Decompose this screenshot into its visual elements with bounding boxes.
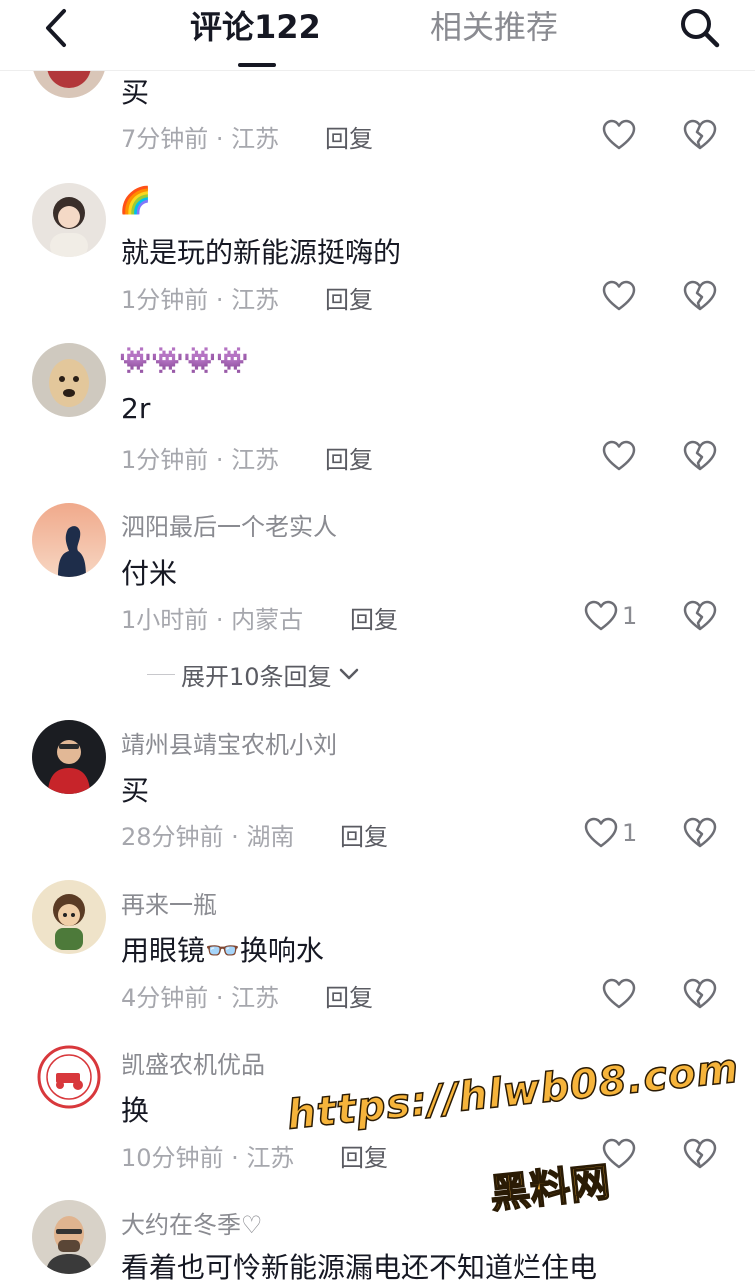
meta-separator: · (208, 446, 232, 474)
dislike-button[interactable] (682, 1136, 718, 1172)
comment-meta: 1小时前 · 内蒙古 (121, 600, 303, 635)
meta-separator: · (208, 125, 232, 153)
reply-button[interactable]: 回复 (325, 280, 373, 315)
meta-separator: · (223, 823, 247, 851)
like-button[interactable]: 1 (584, 596, 637, 636)
comment-content: 看着也可怜新能源漏电还不知道烂住电 (121, 1251, 598, 1284)
like-count: 1 (622, 819, 638, 847)
reply-button[interactable]: 回复 (325, 440, 373, 475)
meta-separator: · (208, 984, 232, 1012)
comment-username[interactable]: 靖州县靖宝农机小刘 (121, 725, 337, 760)
heart-outline-icon (602, 119, 636, 150)
avatar[interactable] (32, 720, 106, 794)
comment-time: 1分钟前 (121, 286, 209, 314)
comment-time: 28分钟前 (121, 823, 224, 851)
comment-content: 用眼镜👓换响水 (121, 934, 324, 967)
broken-heart-icon (683, 280, 717, 311)
reply-button[interactable]: 回复 (350, 600, 398, 635)
meta-separator: · (223, 1144, 247, 1172)
comment-meta: 1分钟前 · 江苏 (121, 440, 279, 475)
heart-outline-icon (602, 440, 636, 471)
comment-username[interactable]: 🌈 (119, 186, 151, 216)
chevron-down-icon (339, 668, 358, 680)
comment-location: 江苏 (246, 1144, 295, 1172)
active-tab-indicator (238, 63, 276, 67)
comment-meta: 7分钟前 · 江苏 (121, 119, 279, 154)
broken-heart-icon (683, 1138, 717, 1169)
comment-meta: 28分钟前 · 湖南 (121, 817, 294, 852)
meta-separator: · (208, 606, 232, 634)
like-button[interactable]: 1 (584, 813, 637, 853)
reply-button[interactable]: 回复 (340, 817, 388, 852)
expand-replies-button[interactable]: 展开10条回复 (147, 656, 360, 692)
avatar[interactable] (32, 880, 106, 954)
dislike-button[interactable] (682, 278, 718, 314)
comment-meta: 10分钟前 · 江苏 (121, 1138, 294, 1173)
broken-heart-icon (683, 119, 717, 150)
comment-content: 2r (121, 392, 151, 425)
comment-location: 湖南 (246, 823, 295, 851)
avatar[interactable] (32, 1200, 106, 1274)
comment-location: 江苏 (231, 125, 280, 153)
like-button[interactable] (602, 276, 636, 316)
broken-heart-icon (683, 817, 717, 848)
broken-heart-icon (683, 978, 717, 1009)
tab-comments[interactable]: 评论122 (190, 5, 321, 49)
reply-button[interactable]: 回复 (325, 978, 373, 1013)
comment-time: 4分钟前 (121, 984, 209, 1012)
heart-outline-icon (584, 600, 618, 631)
meta-separator: · (208, 286, 232, 314)
comment-location: 江苏 (231, 446, 280, 474)
dislike-button[interactable] (682, 598, 718, 634)
heart-outline-icon (584, 817, 618, 848)
heart-outline-icon (602, 280, 636, 311)
expand-divider (147, 673, 175, 675)
comment-meta: 4分钟前 · 江苏 (121, 978, 279, 1013)
comment-time: 1小时前 (121, 606, 209, 634)
like-count: 1 (622, 602, 638, 630)
comment-username[interactable]: 凯盛农机优品 (121, 1045, 265, 1080)
comment-content: 买 (121, 76, 150, 109)
broken-heart-icon (683, 600, 717, 631)
comment-username[interactable]: 再来一瓶 (121, 885, 217, 920)
dislike-button[interactable] (682, 976, 718, 1012)
chevron-left-icon (46, 9, 66, 47)
search-icon (681, 9, 720, 48)
like-button[interactable] (602, 436, 636, 476)
dislike-button[interactable] (682, 117, 718, 153)
expand-replies-label: 展开10条回复 (181, 662, 332, 691)
comments-header: 评论122 相关推荐 (0, 0, 755, 71)
back-button[interactable] (36, 8, 76, 48)
comment-content: 付米 (121, 557, 178, 590)
comment-time: 1分钟前 (121, 446, 209, 474)
comment-meta: 1分钟前 · 江苏 (121, 280, 279, 315)
broken-heart-icon (683, 440, 717, 471)
comment-location: 江苏 (231, 984, 280, 1012)
watermark-site-name: 黑料网 (487, 1159, 613, 1219)
comment-username[interactable]: 泗阳最后一个老实人 (121, 507, 337, 542)
comment-time: 7分钟前 (121, 125, 209, 153)
comment-location: 内蒙古 (231, 606, 304, 634)
comment-username[interactable]: 👾👾👾👾 (119, 346, 249, 376)
reply-button[interactable]: 回复 (325, 119, 373, 154)
heart-outline-icon (602, 978, 636, 1009)
comment-content: 就是玩的新能源挺嗨的 (121, 236, 402, 269)
avatar[interactable] (32, 343, 106, 417)
avatar[interactable] (32, 503, 106, 577)
watermark-url: https://hlwb08.com (284, 1045, 742, 1140)
comment-content: 换 (121, 1094, 150, 1127)
dislike-button[interactable] (682, 815, 718, 851)
tab-related[interactable]: 相关推荐 (430, 5, 558, 49)
comment-time: 10分钟前 (121, 1144, 224, 1172)
comment-location: 江苏 (231, 286, 280, 314)
comment-content: 买 (121, 774, 150, 807)
dislike-button[interactable] (682, 438, 718, 474)
avatar[interactable] (32, 1040, 106, 1114)
like-button[interactable] (602, 115, 636, 155)
search-button[interactable] (674, 4, 724, 50)
avatar[interactable] (32, 183, 106, 257)
like-button[interactable] (602, 974, 636, 1014)
comment-username[interactable]: 大约在冬季♡ (121, 1205, 263, 1240)
reply-button[interactable]: 回复 (340, 1138, 388, 1173)
